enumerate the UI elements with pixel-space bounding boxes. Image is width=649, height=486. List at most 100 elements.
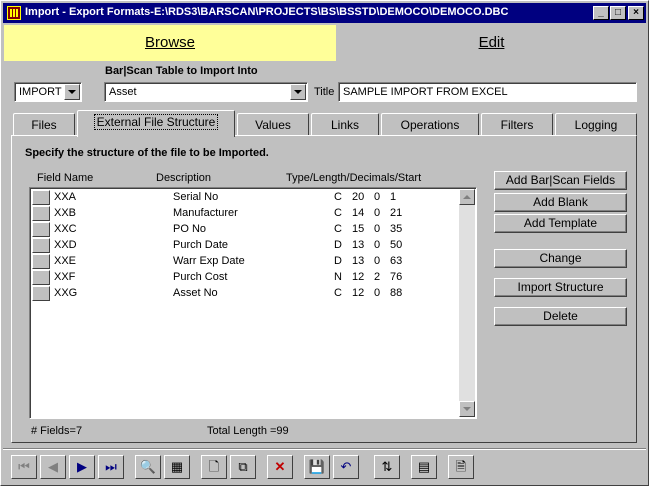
- field-name: XXA: [54, 191, 77, 203]
- field-description: Manufacturer: [173, 207, 238, 219]
- row-selector[interactable]: [32, 238, 50, 253]
- field-start: 88: [390, 287, 403, 299]
- field-decimals: 0: [374, 207, 381, 219]
- field-length: 15: [352, 223, 365, 235]
- next-record-icon[interactable]: ▶: [69, 455, 95, 479]
- delete-button[interactable]: Delete: [494, 307, 627, 326]
- field-name: XXE: [54, 255, 77, 267]
- last-record-icon[interactable]: ⏭: [98, 455, 124, 479]
- row-selector[interactable]: [32, 270, 50, 285]
- field-name: XXG: [54, 287, 78, 299]
- title-bar[interactable]: Import - Export Formats-E:\RDS3\BARSCAN\…: [3, 3, 646, 23]
- tab-values[interactable]: Values: [237, 113, 309, 136]
- field-type: C: [334, 223, 342, 235]
- chevron-down-icon[interactable]: [290, 84, 306, 100]
- field-name: XXD: [54, 239, 77, 251]
- field-length: 13: [352, 255, 365, 267]
- field-length: 20: [352, 191, 365, 203]
- field-type: C: [334, 191, 342, 203]
- field-length: 14: [352, 207, 365, 219]
- direction-select[interactable]: IMPORT: [14, 82, 82, 102]
- import-export-icon[interactable]: ⇅: [374, 455, 400, 479]
- field-length: 12: [352, 287, 365, 299]
- table-value: Asset: [109, 86, 137, 98]
- row-selector[interactable]: [32, 254, 50, 269]
- scroll-down-icon[interactable]: [459, 401, 475, 417]
- tab-logging[interactable]: Logging: [555, 113, 637, 136]
- field-name: XXB: [54, 207, 77, 219]
- table-label: Bar|Scan Table to Import Into: [105, 65, 258, 77]
- report-icon[interactable]: 🗎: [448, 455, 474, 479]
- delete-record-icon[interactable]: ✕: [267, 455, 293, 479]
- binoculars-find-icon[interactable]: 🔍: [135, 455, 161, 479]
- field-start: 63: [390, 255, 403, 267]
- tab-operations[interactable]: Operations: [381, 113, 479, 136]
- structure-list[interactable]: XXA Serial No C 20 0 1 XXB Manufacturer …: [29, 187, 477, 419]
- row-selector[interactable]: [32, 190, 50, 205]
- field-start: 35: [390, 223, 403, 235]
- table-row[interactable]: XXG Asset No C 12 0 88: [32, 286, 460, 302]
- copy-record-icon[interactable]: ⧉: [230, 455, 256, 479]
- row-selector[interactable]: [32, 286, 50, 301]
- chevron-down-icon[interactable]: [64, 84, 80, 100]
- add-blank-button[interactable]: Add Blank: [494, 193, 627, 212]
- field-length: 13: [352, 239, 365, 251]
- field-description: PO No: [173, 223, 207, 235]
- title-input[interactable]: SAMPLE IMPORT FROM EXCEL: [338, 82, 637, 102]
- column-header-field-name: Field Name: [37, 172, 94, 184]
- table-row[interactable]: XXE Warr Exp Date D 13 0 63: [32, 254, 460, 270]
- table-row[interactable]: XXB Manufacturer C 14 0 21: [32, 206, 460, 222]
- column-header-type: Type/Length/Decimals/Start: [286, 172, 422, 184]
- row-selector[interactable]: [32, 206, 50, 221]
- field-decimals: 2: [374, 271, 381, 283]
- search-grid-icon[interactable]: ▦: [164, 455, 190, 479]
- total-length: Total Length =99: [207, 425, 289, 437]
- field-length: 12: [352, 271, 365, 283]
- tab-external-file-structure[interactable]: External File Structure: [77, 110, 235, 137]
- direction-value: IMPORT: [19, 86, 62, 98]
- scroll-up-icon[interactable]: [459, 189, 475, 205]
- table-row[interactable]: XXD Purch Date D 13 0 50: [32, 238, 460, 254]
- minimize-button[interactable]: _: [593, 6, 609, 20]
- field-decimals: 0: [374, 287, 381, 299]
- field-start: 1: [390, 191, 397, 203]
- previous-record-icon[interactable]: ◀: [40, 455, 66, 479]
- table-row[interactable]: XXA Serial No C 20 0 1: [32, 190, 460, 206]
- print-icon[interactable]: ▤: [411, 455, 437, 479]
- add-template-button[interactable]: Add Template: [494, 214, 627, 233]
- title-label: Title: [314, 86, 335, 98]
- field-name: XXF: [54, 271, 76, 283]
- structure-heading: Specify the structure of the file to be …: [25, 147, 269, 159]
- add-barscan-fields-button[interactable]: Add Bar|Scan Fields: [494, 171, 627, 190]
- table-row[interactable]: XXC PO No C 15 0 35: [32, 222, 460, 238]
- import-export-window: Import - Export Formats-E:\RDS3\BARSCAN\…: [0, 0, 649, 486]
- field-description: Purch Date: [173, 239, 229, 251]
- change-button[interactable]: Change: [494, 249, 627, 268]
- vertical-scrollbar[interactable]: [459, 189, 475, 417]
- edit-mode-button[interactable]: Edit: [336, 25, 647, 61]
- close-button[interactable]: ×: [628, 6, 644, 20]
- browse-mode-button[interactable]: Browse: [4, 25, 336, 61]
- save-icon[interactable]: 💾: [304, 455, 330, 479]
- tab-filters[interactable]: Filters: [481, 113, 553, 136]
- undo-icon[interactable]: ↶: [333, 455, 359, 479]
- field-description: Warr Exp Date: [173, 255, 245, 267]
- first-record-icon[interactable]: ⏮: [11, 455, 37, 479]
- field-type: C: [334, 287, 342, 299]
- row-selector[interactable]: [32, 222, 50, 237]
- import-structure-button[interactable]: Import Structure: [494, 278, 627, 297]
- field-start: 50: [390, 239, 403, 251]
- field-description: Serial No: [173, 191, 219, 203]
- fields-count: # Fields=7: [31, 425, 83, 437]
- new-record-icon[interactable]: 🗋: [201, 455, 227, 479]
- tab-files[interactable]: Files: [13, 113, 75, 136]
- field-description: Purch Cost: [173, 271, 228, 283]
- window-title: Import - Export Formats-E:\RDS3\BARSCAN\…: [25, 6, 509, 18]
- table-row[interactable]: XXF Purch Cost N 12 2 76: [32, 270, 460, 286]
- field-start: 76: [390, 271, 403, 283]
- table-select[interactable]: Asset: [104, 82, 308, 102]
- tab-links[interactable]: Links: [311, 113, 379, 136]
- field-decimals: 0: [374, 191, 381, 203]
- field-type: D: [334, 255, 342, 267]
- maximize-button[interactable]: □: [610, 6, 626, 20]
